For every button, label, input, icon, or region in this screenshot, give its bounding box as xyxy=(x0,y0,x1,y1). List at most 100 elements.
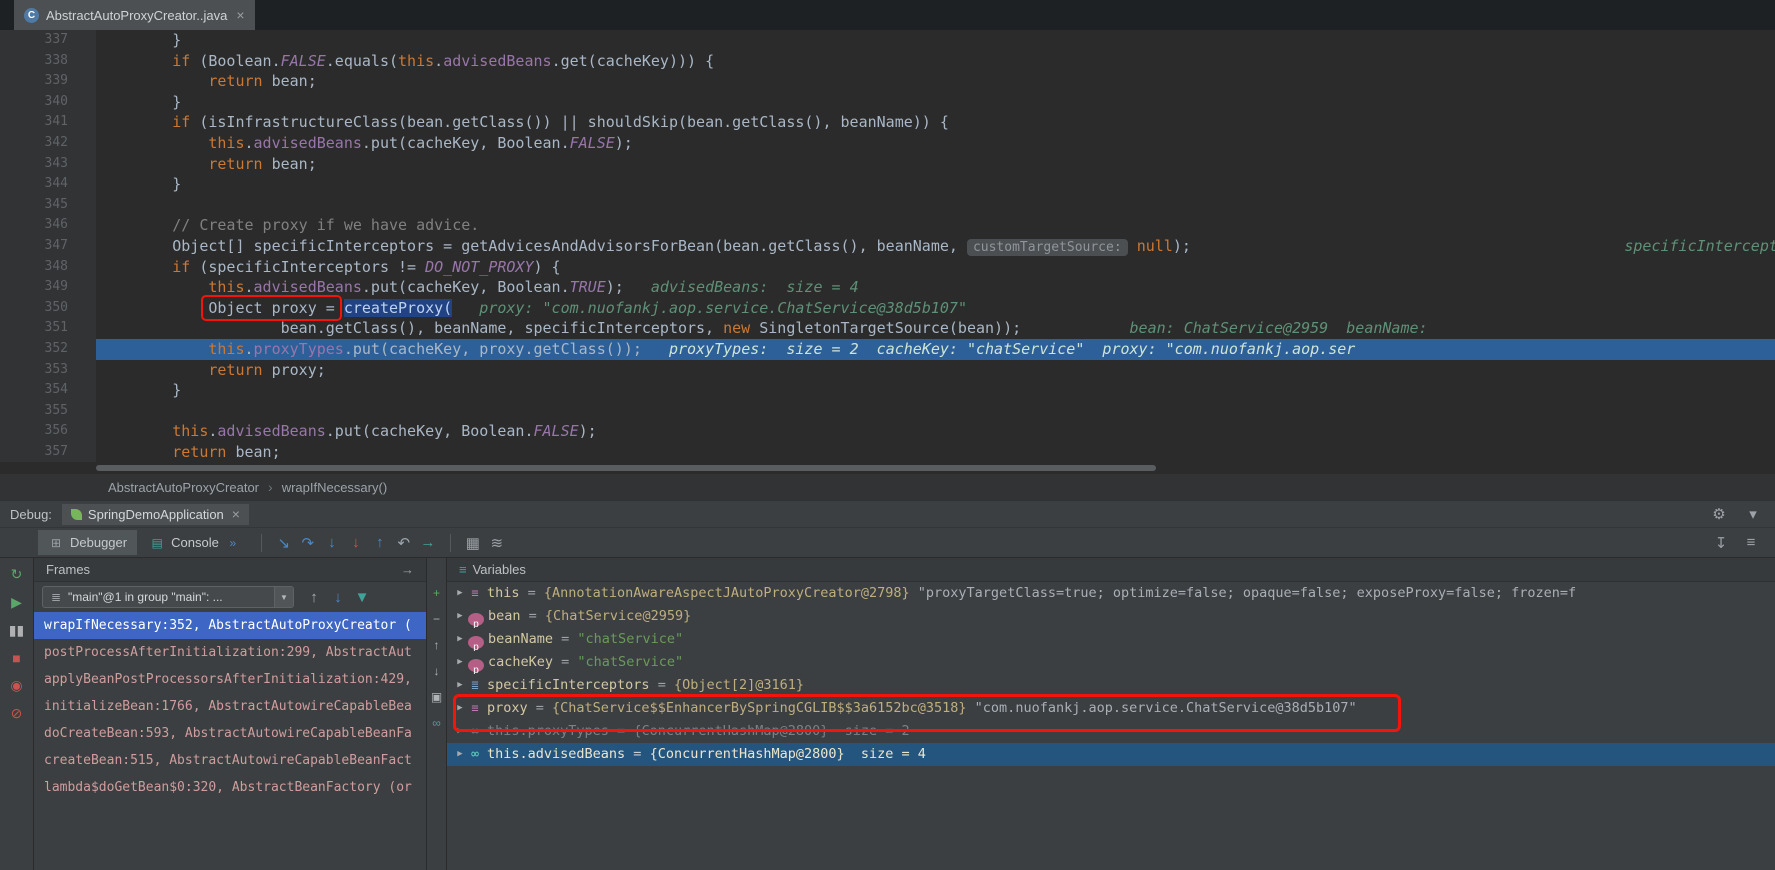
add-watch-icon[interactable]: + xyxy=(433,586,440,600)
threads-view-icon[interactable]: ≋ xyxy=(485,534,509,552)
run-to-cursor-icon[interactable]: → xyxy=(416,534,440,551)
duplicate-watch-icon[interactable]: ▣ xyxy=(431,690,442,704)
line-number[interactable]: 347 xyxy=(0,235,96,257)
expand-arrow-icon[interactable]: ▶ xyxy=(453,743,467,766)
move-watch-up-icon[interactable]: ↑ xyxy=(434,638,440,652)
scroll-to-end-icon[interactable]: » xyxy=(225,536,241,550)
line-number[interactable]: 349 xyxy=(0,277,96,298)
code-line[interactable]: 347 Object[] specificInterceptors = getA… xyxy=(0,235,1775,257)
line-number[interactable]: 337 xyxy=(0,30,96,51)
expand-arrow-icon[interactable]: ▶ xyxy=(453,582,467,605)
line-number[interactable]: 343 xyxy=(0,153,96,175)
dropdown-arrow-icon[interactable]: ▼ xyxy=(274,587,293,607)
frame-row[interactable]: createBean:515, AbstractAutowireCapableB… xyxy=(34,747,426,774)
line-number[interactable]: 354 xyxy=(0,380,96,401)
breadcrumb-class[interactable]: AbstractAutoProxyCreator xyxy=(108,480,259,495)
scroll-down-icon[interactable]: ↧ xyxy=(1709,534,1733,552)
line-number[interactable]: 340 xyxy=(0,91,96,113)
line-number[interactable]: 345 xyxy=(0,194,96,216)
code-line[interactable]: 351 bean.getClass(), beanName, specificI… xyxy=(0,318,1775,339)
variable-row[interactable]: ▶ ∞ this.advisedBeans = {ConcurrentHashMap… xyxy=(447,743,1775,766)
code-line[interactable]: 354 } xyxy=(0,380,1775,401)
code-line[interactable]: 342 this.advisedBeans.put(cacheKey, Bool… xyxy=(0,132,1775,154)
expand-arrow-icon[interactable]: ▶ xyxy=(453,651,467,674)
code-editor[interactable]: 337 } 338 if (Boolean.FALSE.equals(this.a… xyxy=(0,30,1775,463)
line-number[interactable]: 341 xyxy=(0,112,96,133)
code-line[interactable]: 346 // Create proxy if we have advice. xyxy=(0,215,1775,236)
previous-frame-icon[interactable]: ↑ xyxy=(302,589,326,606)
line-number[interactable]: 352 xyxy=(0,338,96,360)
code-line[interactable]: 352 this.proxyTypes.put(cacheKey, proxy.… xyxy=(0,338,1775,360)
line-number[interactable]: 348 xyxy=(0,256,96,278)
line-number[interactable]: 351 xyxy=(0,318,96,339)
session-tab[interactable]: SpringDemoApplication × xyxy=(61,503,249,525)
code-line[interactable]: 339 return bean; xyxy=(0,71,1775,92)
code-line[interactable]: 353 return proxy; xyxy=(0,359,1775,381)
resume-icon[interactable]: ▶ xyxy=(11,594,22,611)
frame-row[interactable]: postProcessAfterInitialization:299, Abst… xyxy=(34,639,426,666)
variable-row[interactable]: ▶ p cacheKey = "chatService" xyxy=(447,651,1775,674)
code-line[interactable]: 337 } xyxy=(0,30,1775,51)
tab-console[interactable]: ▤ Console » xyxy=(139,530,251,555)
horizontal-scrollbar-thumb[interactable] xyxy=(96,465,1156,471)
code-line[interactable]: 357 return bean; xyxy=(0,441,1775,463)
variable-row[interactable]: ▶ p beanName = "chatService" xyxy=(447,628,1775,651)
line-number[interactable]: 339 xyxy=(0,71,96,92)
drop-frame-icon[interactable]: ↶ xyxy=(392,534,416,552)
variable-row[interactable]: ▶ ≡ this = {AnnotationAwareAspectJAutoProx… xyxy=(447,582,1775,605)
code-line[interactable]: 345 xyxy=(0,194,1775,216)
frame-row[interactable]: doCreateBean:593, AbstractAutowireCapabl… xyxy=(34,720,426,747)
restore-layout-icon[interactable]: ▦ xyxy=(461,534,485,552)
variable-row[interactable]: ▶ p bean = {ChatService@2959} xyxy=(447,605,1775,628)
view-breakpoints-icon[interactable]: ◉ xyxy=(10,677,22,694)
frame-row[interactable]: wrapIfNecessary:352, AbstractAutoProxyCr… xyxy=(34,612,426,639)
mute-breakpoints-icon[interactable]: ⊘ xyxy=(11,705,23,722)
line-number[interactable]: 355 xyxy=(0,400,96,422)
line-number[interactable]: 342 xyxy=(0,132,96,154)
line-number[interactable]: 356 xyxy=(0,421,96,442)
line-number[interactable]: 350 xyxy=(0,297,96,319)
remove-watch-icon[interactable]: − xyxy=(433,612,440,626)
frame-row[interactable]: lambda$doGetBean$0:320, AbstractBeanFact… xyxy=(34,774,426,801)
variable-row[interactable]: ▶ ≡ proxy = {ChatService$$EnhancerBySpring… xyxy=(447,697,1775,720)
frame-row[interactable]: initializeBean:1766, AbstractAutowireCap… xyxy=(34,693,426,720)
next-frame-icon[interactable]: ↓ xyxy=(326,589,350,606)
line-number[interactable]: 357 xyxy=(0,441,96,463)
force-step-into-icon[interactable]: ↓ xyxy=(344,534,368,551)
step-into-icon[interactable]: ↓ xyxy=(320,534,344,551)
pause-icon[interactable]: ▮▮ xyxy=(9,622,24,639)
variable-row[interactable]: ▶ ≣ specificInterceptors = {Object[2]@3161… xyxy=(447,674,1775,697)
line-number[interactable]: 353 xyxy=(0,359,96,381)
expand-arrow-icon[interactable]: ▶ xyxy=(453,697,467,720)
thread-selector[interactable]: ≣ "main"@1 in group "main": ... ▼ xyxy=(42,586,294,608)
expand-arrow-icon[interactable]: ▶ xyxy=(453,605,467,628)
code-line[interactable]: 355 xyxy=(0,400,1775,422)
filter-frames-icon[interactable]: ▼ xyxy=(350,589,374,606)
settings-gear-icon[interactable]: ⚙ xyxy=(1707,505,1731,523)
code-line[interactable]: 356 this.advisedBeans.put(cacheKey, Bool… xyxy=(0,421,1775,442)
code-line[interactable]: 348 if (specificInterceptors != DO_NOT_P… xyxy=(0,256,1775,278)
step-over-icon[interactable]: ↷ xyxy=(296,534,320,552)
tab-close-icon[interactable]: × xyxy=(236,7,244,23)
code-line[interactable]: 341 if (isInfrastructureClass(bean.getCl… xyxy=(0,112,1775,133)
show-watches-icon[interactable]: ∞ xyxy=(432,716,441,730)
settings-menu-icon[interactable]: ≡ xyxy=(1739,534,1763,551)
code-line[interactable]: 340 } xyxy=(0,91,1775,113)
editor-tab[interactable]: C AbstractAutoProxyCreator..java × xyxy=(14,0,255,30)
tab-debugger[interactable]: ⊞ Debugger xyxy=(38,530,138,555)
expand-arrow-icon[interactable]: ▶ xyxy=(453,674,467,697)
code-line[interactable]: 343 return bean; xyxy=(0,153,1775,175)
show-execution-point-icon[interactable]: ↘ xyxy=(272,534,296,552)
expand-arrow-icon[interactable]: ▶ xyxy=(453,628,467,651)
line-number[interactable]: 346 xyxy=(0,215,96,236)
frame-row[interactable]: applyBeanPostProcessorsAfterInitializati… xyxy=(34,666,426,693)
chevron-down-icon[interactable]: ▾ xyxy=(1741,505,1765,523)
code-line[interactable]: 338 if (Boolean.FALSE.equals(this.advise… xyxy=(0,50,1775,72)
line-number[interactable]: 344 xyxy=(0,174,96,195)
breadcrumb-method[interactable]: wrapIfNecessary() xyxy=(282,480,387,495)
stop-icon[interactable]: ■ xyxy=(12,650,20,666)
session-tab-close-icon[interactable]: × xyxy=(232,506,240,522)
step-out-icon[interactable]: ↑ xyxy=(368,534,392,551)
horizontal-scrollbar-track[interactable] xyxy=(0,463,1775,473)
line-number[interactable]: 338 xyxy=(0,50,96,72)
